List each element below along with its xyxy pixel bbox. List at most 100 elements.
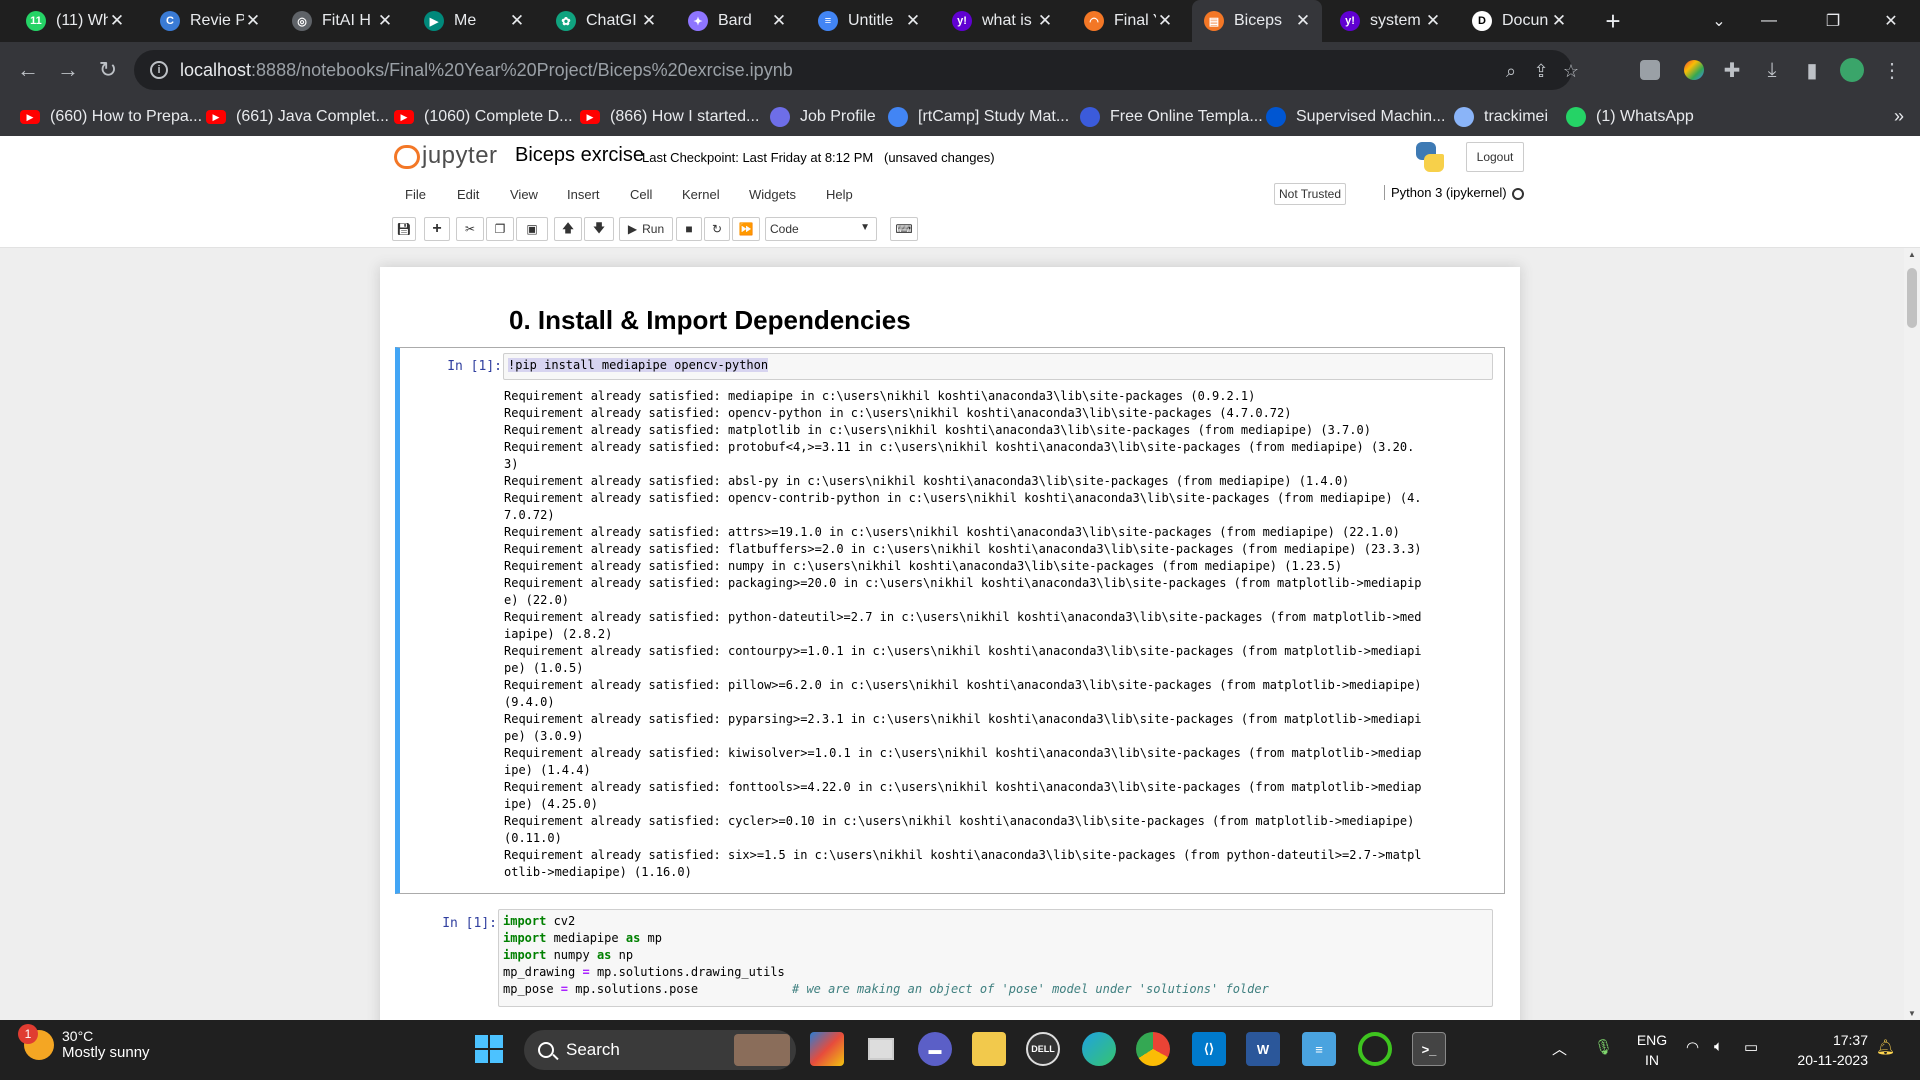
interrupt-icon[interactable]: ■ xyxy=(676,217,702,241)
tab-close-icon[interactable]: ✕ xyxy=(770,11,788,31)
browser-tab[interactable]: ≡ Untitle ✕ xyxy=(806,0,932,42)
bookmark-item[interactable]: ▶ (1060) Complete D... xyxy=(394,106,573,128)
tab-close-icon[interactable]: ✕ xyxy=(244,11,262,31)
terminal-icon[interactable]: >_ xyxy=(1412,1032,1446,1066)
move-down-icon[interactable]: 🡇 xyxy=(584,217,614,241)
browser-tab[interactable]: ▤ Biceps ✕ xyxy=(1192,0,1322,42)
side-panel-icon[interactable]: ▮ xyxy=(1798,56,1826,84)
extension-icon[interactable] xyxy=(1636,56,1664,84)
copy-icon[interactable]: ❐ xyxy=(486,217,514,241)
jupyter-logo[interactable]: jupyter xyxy=(394,142,498,170)
reload-icon[interactable]: ↻ xyxy=(92,54,124,86)
edge-icon[interactable] xyxy=(1082,1032,1116,1066)
bookmark-item[interactable]: ▶ (660) How to Prepa... xyxy=(20,106,202,128)
window-close-icon[interactable]: ✕ xyxy=(1866,0,1916,42)
file-explorer-icon[interactable] xyxy=(972,1032,1006,1066)
notification-bell-icon[interactable]: 🔔︎ xyxy=(1876,1038,1895,1056)
microphone-icon[interactable]: 🎙︎ xyxy=(1594,1038,1613,1056)
restore-icon[interactable]: ❐ xyxy=(1808,0,1858,42)
extensions-puzzle-icon[interactable]: ✚ xyxy=(1718,56,1746,84)
menu-insert[interactable]: Insert xyxy=(567,187,600,202)
task-view-icon[interactable] xyxy=(864,1032,898,1066)
bookmark-star-icon[interactable]: ☆ xyxy=(1560,60,1582,82)
clock[interactable]: 17:37 20-11-2023 xyxy=(1780,1030,1868,1070)
taskbar-search[interactable]: Search xyxy=(524,1030,796,1070)
bookmark-item[interactable]: ▶ (866) How I started... xyxy=(580,106,759,128)
bookmark-item[interactable]: trackimei xyxy=(1454,106,1548,128)
restart-icon[interactable]: ↻ xyxy=(704,217,730,241)
tab-close-icon[interactable]: ✕ xyxy=(108,11,126,31)
tab-close-icon[interactable]: ✕ xyxy=(376,11,394,31)
paste-icon[interactable]: ▣ xyxy=(516,217,548,241)
cut-icon[interactable]: ✂ xyxy=(456,217,484,241)
browser-tab[interactable]: ▶ Me ✕ xyxy=(412,0,536,42)
tab-close-icon[interactable]: ✕ xyxy=(1424,11,1442,31)
code-cell[interactable]: In [1]: import cv2 import mediapipe as m… xyxy=(395,904,1505,1014)
browser-tab[interactable]: 11 (11) Wh ✕ xyxy=(14,0,136,42)
tab-close-icon[interactable]: ✕ xyxy=(508,11,526,31)
browser-tab[interactable]: ✦ Bard ✕ xyxy=(676,0,798,42)
bookmark-item[interactable]: (1) WhatsApp xyxy=(1566,106,1694,128)
wifi-icon[interactable]: ◠ xyxy=(1686,1038,1699,1056)
menu-edit[interactable]: Edit xyxy=(457,187,479,202)
move-up-icon[interactable]: 🡅 xyxy=(554,217,582,241)
language-indicator[interactable]: ENG IN xyxy=(1636,1030,1668,1070)
bookmark-item[interactable]: Supervised Machin... xyxy=(1266,106,1445,128)
tab-close-icon[interactable]: ✕ xyxy=(904,11,922,31)
menu-view[interactable]: View xyxy=(510,187,538,202)
tab-close-icon[interactable]: ✕ xyxy=(1156,11,1174,31)
not-trusted-button[interactable]: Not Trusted xyxy=(1274,183,1346,205)
notepad-icon[interactable]: ≡ xyxy=(1302,1032,1336,1066)
code-cell-selected[interactable]: In [1]: !pip install mediapipe opencv-py… xyxy=(395,347,1505,894)
restart-run-all-icon[interactable]: ⏩ xyxy=(732,217,760,241)
copilot-icon[interactable] xyxy=(810,1032,844,1066)
notebook-name[interactable]: Biceps exrcise xyxy=(515,144,644,167)
browser-menu-icon[interactable]: ⋮ xyxy=(1878,56,1906,84)
browser-tab[interactable]: ✿ ChatGI ✕ xyxy=(544,0,668,42)
back-icon[interactable]: ← xyxy=(12,54,44,86)
address-bar[interactable]: i localhost:8888/notebooks/Final%20Year%… xyxy=(134,50,1579,90)
vscode-icon[interactable]: ⟨⟩ xyxy=(1192,1032,1226,1066)
bookmark-item[interactable]: ▶ (661) Java Complet... xyxy=(206,106,389,128)
tab-close-icon[interactable]: ✕ xyxy=(640,11,658,31)
site-info-icon[interactable]: i xyxy=(150,61,168,79)
bookmark-item[interactable]: [rtCamp] Study Mat... xyxy=(888,106,1069,128)
profile-avatar-icon[interactable] xyxy=(1838,56,1866,84)
word-icon[interactable]: W xyxy=(1246,1032,1280,1066)
browser-tab[interactable]: D Docun ✕ xyxy=(1460,0,1578,42)
menu-cell[interactable]: Cell xyxy=(630,187,652,202)
share-icon[interactable]: ⇪ xyxy=(1530,60,1552,82)
volume-icon[interactable]: 🔈︎ xyxy=(1714,1038,1723,1055)
weather-widget[interactable]: 1 30°C Mostly sunny xyxy=(18,1023,150,1061)
tray-overflow-icon[interactable]: ︿ xyxy=(1552,1038,1567,1059)
chrome-icon[interactable] xyxy=(1136,1032,1170,1066)
vertical-scrollbar[interactable]: ▲ ▼ xyxy=(1904,248,1920,1020)
code-input[interactable]: import cv2 import mediapipe as mp import… xyxy=(498,909,1493,1007)
scroll-up-icon[interactable]: ▲ xyxy=(1907,250,1917,259)
tab-close-icon[interactable]: ✕ xyxy=(1550,11,1568,31)
kernel-name[interactable]: Python 3 (ipykernel) xyxy=(1384,185,1507,200)
tab-close-icon[interactable]: ✕ xyxy=(1294,11,1312,31)
bookmark-item[interactable]: Job Profile xyxy=(770,106,876,128)
menu-file[interactable]: File xyxy=(405,187,426,202)
battery-icon[interactable]: ▭ xyxy=(1744,1038,1758,1056)
logout-button[interactable]: Logout xyxy=(1466,142,1524,172)
code-input[interactable]: !pip install mediapipe opencv-python xyxy=(503,353,1493,380)
menu-help[interactable]: Help xyxy=(826,187,853,202)
forward-icon[interactable]: → xyxy=(52,54,84,86)
tab-search-icon[interactable]: ⌄ xyxy=(1694,0,1744,42)
browser-tab[interactable]: ◠ Final Ye✕ xyxy=(1072,0,1184,42)
minimize-icon[interactable]: — xyxy=(1744,0,1794,42)
teams-chat-icon[interactable]: ▬ xyxy=(918,1032,952,1066)
browser-tab[interactable]: C Revie P ✕ xyxy=(148,0,272,42)
run-button[interactable]: ▶ Run xyxy=(619,217,673,241)
dell-icon[interactable]: DELL xyxy=(1026,1032,1060,1066)
menu-kernel[interactable]: Kernel xyxy=(682,187,720,202)
bookmarks-more-icon[interactable]: » xyxy=(1894,106,1904,127)
menu-widgets[interactable]: Widgets xyxy=(749,187,796,202)
tab-close-icon[interactable]: ✕ xyxy=(1036,11,1054,31)
download-icon[interactable]: ⤓ xyxy=(1758,56,1786,84)
cell-type-select[interactable]: Code ▼ xyxy=(765,217,877,241)
insert-cell-icon[interactable]: + xyxy=(424,217,450,241)
browser-tab[interactable]: y! what is ✕ xyxy=(940,0,1064,42)
